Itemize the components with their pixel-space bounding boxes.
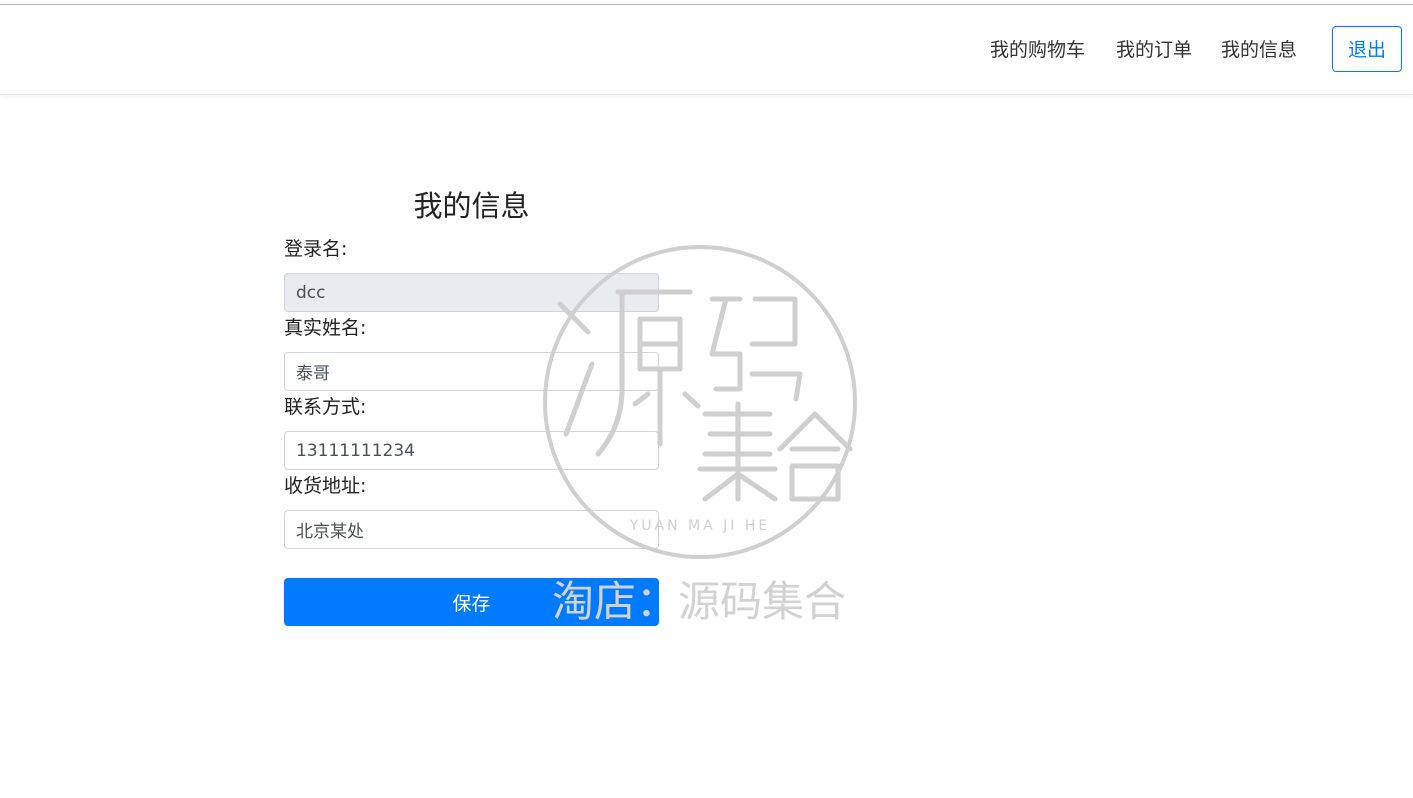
real-name-input[interactable] [284, 352, 659, 391]
nav-orders-link[interactable]: 我的订单 [1116, 38, 1192, 62]
page-title: 我的信息 [413, 189, 530, 223]
contact-input[interactable] [284, 431, 659, 470]
address-label: 收货地址: [284, 475, 367, 497]
logout-button[interactable]: 退出 [1332, 26, 1402, 72]
save-button[interactable]: 保存 [284, 578, 659, 626]
nav-cart-link[interactable]: 我的购物车 [990, 38, 1085, 62]
real-name-label: 真实姓名: [284, 317, 367, 339]
navbar: 我的购物车 我的订单 我的信息 退出 [0, 5, 1413, 95]
login-name-input[interactable] [284, 273, 659, 312]
nav-my-info-link[interactable]: 我的信息 [1221, 38, 1297, 62]
address-input[interactable] [284, 510, 659, 549]
contact-label: 联系方式: [284, 396, 367, 418]
login-name-label: 登录名: [284, 238, 348, 260]
